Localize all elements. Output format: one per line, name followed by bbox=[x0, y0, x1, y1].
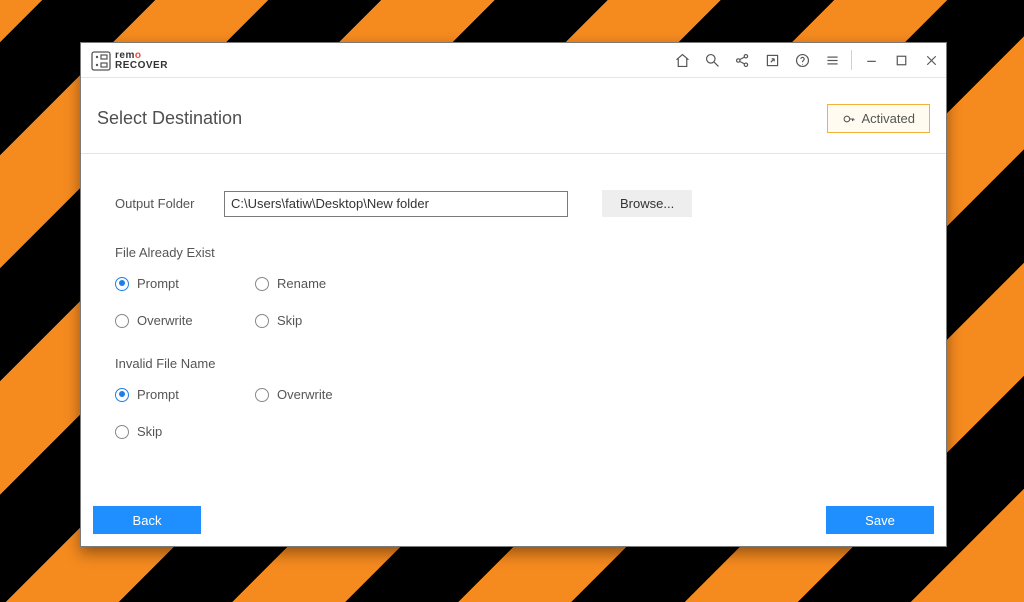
logo-line2: RECOVER bbox=[115, 61, 168, 71]
activated-badge[interactable]: Activated bbox=[827, 104, 930, 133]
radio-icon bbox=[115, 314, 129, 328]
app-window: remo RECOVER bbox=[80, 42, 947, 547]
file-exist-label: File Already Exist bbox=[115, 245, 912, 260]
save-button[interactable]: Save bbox=[826, 506, 934, 534]
radio-label: Prompt bbox=[137, 387, 179, 402]
radio-icon bbox=[255, 388, 269, 402]
help-icon[interactable] bbox=[787, 44, 817, 76]
radio-label: Skip bbox=[277, 313, 302, 328]
link-icon[interactable] bbox=[757, 44, 787, 76]
invalid-name-label: Invalid File Name bbox=[115, 356, 912, 371]
key-icon bbox=[842, 112, 856, 126]
radio-label: Rename bbox=[277, 276, 326, 291]
minimize-button[interactable] bbox=[856, 44, 886, 76]
output-folder-label: Output Folder bbox=[115, 196, 200, 211]
radio-icon bbox=[115, 425, 129, 439]
browse-button[interactable]: Browse... bbox=[602, 190, 692, 217]
logo-text: remo RECOVER bbox=[115, 51, 168, 71]
share-icon[interactable] bbox=[727, 44, 757, 76]
header-row: Select Destination Activated bbox=[81, 78, 946, 154]
radio-invalid-prompt[interactable]: Prompt bbox=[115, 387, 255, 402]
output-folder-input[interactable] bbox=[224, 191, 568, 217]
app-icon bbox=[91, 51, 111, 71]
activated-label: Activated bbox=[862, 111, 915, 126]
search-icon[interactable] bbox=[697, 44, 727, 76]
radio-icon bbox=[115, 277, 129, 291]
output-folder-row: Output Folder Browse... bbox=[115, 190, 912, 217]
menu-icon[interactable] bbox=[817, 44, 847, 76]
radio-invalid-skip[interactable]: Skip bbox=[115, 424, 255, 439]
radio-file-exist-overwrite[interactable]: Overwrite bbox=[115, 313, 255, 328]
radio-file-exist-skip[interactable]: Skip bbox=[255, 313, 395, 328]
radio-file-exist-prompt[interactable]: Prompt bbox=[115, 276, 255, 291]
radio-icon bbox=[255, 277, 269, 291]
radio-invalid-overwrite[interactable]: Overwrite bbox=[255, 387, 395, 402]
invalid-name-options: Prompt Overwrite Skip bbox=[115, 387, 912, 439]
logo: remo RECOVER bbox=[81, 48, 178, 73]
radio-label: Skip bbox=[137, 424, 162, 439]
titlebar-separator bbox=[851, 50, 852, 70]
home-icon[interactable] bbox=[667, 44, 697, 76]
close-button[interactable] bbox=[916, 44, 946, 76]
logo-line1b: o bbox=[135, 50, 142, 61]
radio-file-exist-rename[interactable]: Rename bbox=[255, 276, 395, 291]
back-button[interactable]: Back bbox=[93, 506, 201, 534]
body: Output Folder Browse... File Already Exi… bbox=[81, 154, 946, 506]
titlebar: remo RECOVER bbox=[81, 43, 946, 78]
maximize-button[interactable] bbox=[886, 44, 916, 76]
footer: Back Save bbox=[81, 506, 946, 546]
page-title: Select Destination bbox=[97, 108, 242, 129]
file-exist-options: Prompt Rename Overwrite Skip bbox=[115, 276, 912, 328]
radio-icon bbox=[115, 388, 129, 402]
radio-label: Overwrite bbox=[277, 387, 333, 402]
logo-line1a: rem bbox=[115, 50, 135, 61]
radio-icon bbox=[255, 314, 269, 328]
radio-label: Prompt bbox=[137, 276, 179, 291]
radio-label: Overwrite bbox=[137, 313, 193, 328]
